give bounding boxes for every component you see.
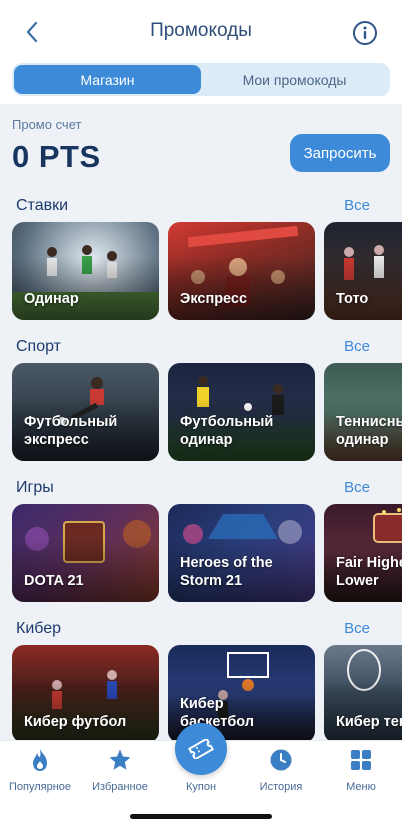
- grid-icon: [351, 750, 371, 770]
- segmented-control: Магазин Мои промокоды: [12, 63, 390, 96]
- section-title: Спорт: [16, 338, 61, 355]
- promo-account-label: Промо счет: [12, 117, 82, 132]
- tab-label-coupon: Купон: [185, 781, 217, 793]
- promo-card-fair-higher-lower[interactable]: Fair Higher Lower: [324, 504, 402, 602]
- promo-account-value: 0 PTS: [12, 139, 101, 174]
- section-cyber: Кибер Все Кибер футбол Кибер баскетбол К…: [0, 620, 402, 740]
- card-label: Тото: [336, 291, 369, 307]
- card-label: Кибер теннис: [336, 714, 402, 730]
- section-title: Ставки: [16, 197, 69, 214]
- request-button[interactable]: Запросить: [290, 134, 390, 172]
- promo-card-cyber-tennis[interactable]: Кибер теннис: [324, 645, 402, 740]
- promo-card-express[interactable]: Экспресс: [168, 222, 315, 320]
- promo-card-football-express[interactable]: Футбольный экспресс: [12, 363, 159, 461]
- see-all-link[interactable]: Все: [344, 479, 370, 496]
- card-label: Fair Higher Lower: [336, 555, 402, 589]
- promo-card-heroes-of-the-storm[interactable]: Heroes of the Storm 21: [168, 504, 315, 602]
- promo-card-football-single[interactable]: Футбольный одинар: [168, 363, 315, 461]
- header: Промокоды: [0, 0, 402, 62]
- card-label: Одинар: [24, 291, 79, 307]
- section-title: Игры: [16, 479, 54, 496]
- promo-card-toto[interactable]: Тото: [324, 222, 402, 320]
- card-label: Футбольный экспресс: [24, 414, 118, 448]
- tab-label: Избранное: [92, 781, 148, 793]
- ticket-icon: [188, 739, 214, 759]
- content-area: Промо счет 0 PTS Запросить Ставки Все Од…: [0, 104, 402, 740]
- section-sport: Спорт Все Футбольный экспресс Футбольный…: [0, 338, 402, 479]
- promo-card-tennis-single[interactable]: Теннисный одинар: [324, 363, 402, 461]
- tab-label: История: [259, 781, 303, 793]
- info-icon: [353, 21, 377, 45]
- tab-my-promocodes[interactable]: Мои промокоды: [201, 65, 388, 94]
- tab-history[interactable]: История: [241, 747, 321, 793]
- card-label: Экспресс: [180, 291, 248, 307]
- tab-shop[interactable]: Магазин: [14, 65, 201, 94]
- home-indicator: [130, 814, 272, 819]
- clock-icon: [270, 749, 292, 771]
- tab-popular[interactable]: Популярное: [0, 747, 80, 793]
- card-label: Теннисный одинар: [336, 414, 402, 448]
- tab-label: Популярное: [8, 781, 72, 793]
- promo-card-cyber-football[interactable]: Кибер футбол: [12, 645, 159, 740]
- section-games: Игры Все DOTA 21 Heroes of the Storm 21 …: [0, 479, 402, 620]
- see-all-link[interactable]: Все: [344, 620, 370, 637]
- tab-menu[interactable]: Меню: [321, 747, 401, 793]
- page-title: Промокоды: [150, 20, 252, 41]
- card-label: DOTA 21: [24, 573, 84, 589]
- promo-card-single[interactable]: Одинар: [12, 222, 159, 320]
- card-label: Heroes of the Storm 21: [180, 555, 273, 589]
- section-title: Кибер: [16, 620, 62, 637]
- coupon-button[interactable]: [175, 723, 227, 775]
- see-all-link[interactable]: Все: [344, 197, 370, 214]
- card-label: Футбольный одинар: [180, 414, 274, 448]
- tab-favorites[interactable]: Избранное: [80, 747, 160, 793]
- star-icon: [109, 749, 131, 770]
- flame-icon: [33, 749, 47, 771]
- tab-label: Меню: [346, 781, 376, 793]
- promo-card-dota21[interactable]: DOTA 21: [12, 504, 159, 602]
- info-button[interactable]: [352, 20, 378, 46]
- section-bets: Ставки Все Одинар Экспресс Тото: [0, 197, 402, 338]
- see-all-link[interactable]: Все: [344, 338, 370, 355]
- card-label: Кибер футбол: [24, 714, 127, 730]
